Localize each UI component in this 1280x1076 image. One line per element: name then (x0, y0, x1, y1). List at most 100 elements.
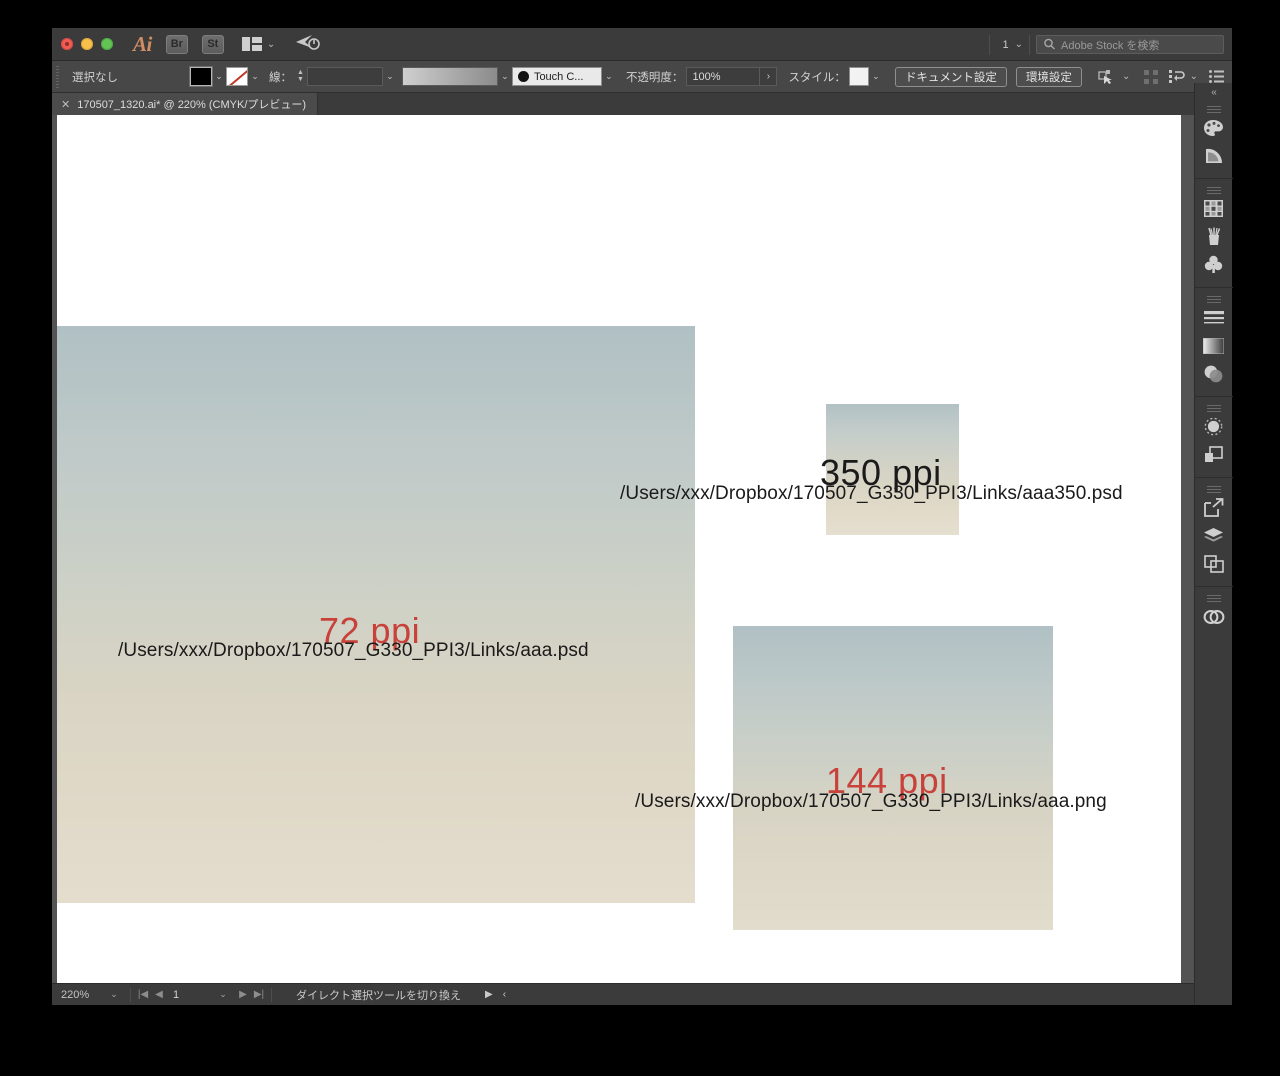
stroke-weight-chevron-down-icon[interactable]: ⌄ (383, 71, 397, 82)
panel-button-links[interactable] (1195, 603, 1233, 630)
dock-group-grip-3[interactable] (1206, 296, 1221, 303)
graphic-style-swatch[interactable] (848, 67, 869, 86)
window-controls (52, 38, 113, 50)
control-bar-grip[interactable] (55, 65, 63, 88)
opacity-options-button[interactable]: › (760, 67, 778, 86)
fill-chevron-down-icon[interactable]: ⌄ (212, 71, 226, 82)
previous-artboard-button[interactable]: ◀ (151, 989, 167, 1000)
select-similar-icon (1098, 69, 1112, 84)
document-setup-button[interactable]: ドキュメント設定 (894, 66, 1007, 87)
select-similar-button[interactable]: ⌄ (1098, 69, 1130, 85)
document-tab-bar: ✕ 170507_1320.ai* @ 220% (CMYK/プレビュー) (52, 93, 1232, 115)
document-tab[interactable]: ✕ 170507_1320.ai* @ 220% (CMYK/プレビュー) (52, 93, 319, 115)
opacity-input[interactable]: 100% (686, 67, 761, 86)
search-icon (1044, 38, 1055, 50)
collapse-panels-button[interactable]: « (1211, 87, 1216, 98)
workspace-switcher[interactable]: 1 (996, 39, 1014, 51)
stroke-weight-input[interactable] (306, 67, 383, 86)
style-chevron-down-icon[interactable]: ⌄ (869, 71, 883, 82)
stroke-lines-icon (1203, 310, 1224, 323)
brushes-icon (1207, 227, 1220, 245)
document-tab-title: 170507_1320.ai* @ 220% (CMYK/プレビュー) (77, 99, 307, 111)
next-artboard-button[interactable]: ▶ (235, 989, 251, 1000)
bridge-button[interactable]: Br (165, 34, 188, 54)
panel-button-appearance[interactable] (1195, 413, 1233, 440)
artboard-chevron-down-icon[interactable]: ⌄ (211, 989, 235, 1000)
arrange-layout-icon (241, 37, 262, 51)
brush-definition-label: Touch C... (533, 70, 584, 83)
select-similar-chevron-down-icon: ⌄ (1121, 71, 1131, 82)
stroke-profile-chevron-down-icon[interactable]: ⌄ (498, 71, 512, 82)
chevron-down-icon: ⌄ (266, 38, 276, 50)
panel-button-symbols[interactable] (1195, 251, 1233, 278)
export-icon (1203, 498, 1223, 517)
arrange-documents-button[interactable]: ⌄ (241, 37, 276, 51)
artboard-number-input[interactable]: 1 (167, 989, 211, 1001)
stroke-weight-stepper[interactable]: ▲ ▼ (297, 69, 304, 83)
brush-dot-icon (517, 71, 529, 82)
last-artboard-button[interactable]: ▶| (251, 989, 267, 1000)
selection-status-label: 選択なし (72, 71, 118, 84)
panel-button-color[interactable] (1195, 114, 1233, 141)
dock-group-grip-1[interactable] (1206, 106, 1221, 113)
dock-group-grip-5[interactable] (1206, 486, 1221, 493)
artboard[interactable]: 72 ppi /Users/xxx/Dropbox/170507_G330_PP… (57, 115, 1181, 983)
transform-icon (1168, 69, 1185, 83)
adobe-stock-search[interactable]: Adobe Stock を検索 (1036, 35, 1224, 54)
canvas-scroll-area[interactable]: 72 ppi /Users/xxx/Dropbox/170507_G330_PP… (52, 115, 1210, 983)
status-resize-handle[interactable]: ‹ (503, 989, 506, 1000)
maximize-window-button[interactable] (101, 38, 113, 50)
panel-button-gradient[interactable] (1195, 332, 1233, 359)
stroke-color-swatch[interactable] (226, 67, 248, 86)
gradient-icon (1203, 337, 1224, 354)
opacity-label: 不透明度： (625, 71, 684, 84)
close-icon[interactable]: ✕ (61, 98, 70, 111)
control-bar-right-group: ⌄ (1143, 69, 1224, 84)
brush-chevron-down-icon[interactable]: ⌄ (602, 71, 616, 82)
color-guide-icon (1205, 148, 1222, 163)
panel-button-asset-export[interactable] (1195, 494, 1233, 521)
status-bar: 220% ⌄ |◀ ◀ 1 ⌄ ▶ ▶| ダイレクト選択ツールを切り換え ▶ ‹ (52, 983, 1232, 1005)
zoom-level-value[interactable]: 220% (52, 989, 102, 1001)
dock-group-grip-2[interactable] (1206, 187, 1221, 194)
panel-button-brushes[interactable] (1195, 223, 1233, 250)
preferences-button[interactable]: 環境設定 (1015, 66, 1082, 87)
stroke-chevron-down-icon[interactable]: ⌄ (248, 71, 262, 82)
appearance-icon (1204, 417, 1223, 436)
first-artboard-button[interactable]: |◀ (135, 989, 151, 1000)
dock-group-grip-4[interactable] (1206, 405, 1221, 412)
stock-button[interactable]: St (201, 34, 224, 54)
panel-button-pathfinder[interactable] (1195, 441, 1233, 468)
fill-color-swatch[interactable] (189, 66, 213, 87)
panel-menu-icon[interactable] (1209, 70, 1224, 83)
transform-button[interactable]: ⌄ (1168, 69, 1198, 84)
brush-definition-field[interactable]: Touch C... (511, 67, 602, 86)
panel-button-transparency[interactable] (1195, 360, 1233, 387)
transform-chevron-down-icon: ⌄ (1189, 71, 1198, 82)
panel-button-color-guide[interactable] (1195, 142, 1233, 169)
panel-button-swatches[interactable] (1195, 195, 1233, 222)
dock-divider-5 (1194, 586, 1233, 587)
minimize-window-button[interactable] (81, 38, 93, 50)
style-label: スタイル： (788, 71, 846, 84)
application-bar-right: 1 ⌄ Adobe Stock を検索 (983, 28, 1224, 61)
illustrator-window: Ai Br St ⌄ 1 ⌄ Adobe Stock を検索 選択なし ⌄ ⌄ … (52, 28, 1233, 1005)
status-menu-button[interactable]: ▶ (485, 989, 493, 1000)
tool-status-label: ダイレクト選択ツールを切り換え (296, 989, 461, 1002)
control-bar: 選択なし ⌄ ⌄ 線： ▲ ▼ ⌄ ⌄ Touch C... ⌄ 不透明度： 1… (52, 61, 1232, 93)
zoom-chevron-down-icon[interactable]: ⌄ (102, 989, 126, 1000)
dock-group-grip-6[interactable] (1206, 595, 1221, 602)
close-window-button[interactable] (61, 38, 73, 50)
panel-button-artboards[interactable] (1195, 550, 1233, 577)
dock-divider-3 (1194, 396, 1233, 397)
align-grid-icon[interactable] (1143, 69, 1158, 84)
panel-button-layers[interactable] (1195, 522, 1233, 549)
pathfinder-icon (1204, 445, 1223, 462)
workspace-chevron-down-icon[interactable]: ⌄ (1015, 39, 1023, 50)
panel-dock: « (1194, 83, 1233, 1005)
transparency-icon (1204, 365, 1223, 382)
stroke-profile-field[interactable] (401, 67, 498, 86)
divider-2 (271, 987, 272, 1002)
share-button[interactable] (295, 33, 321, 56)
panel-button-stroke[interactable] (1195, 304, 1233, 331)
